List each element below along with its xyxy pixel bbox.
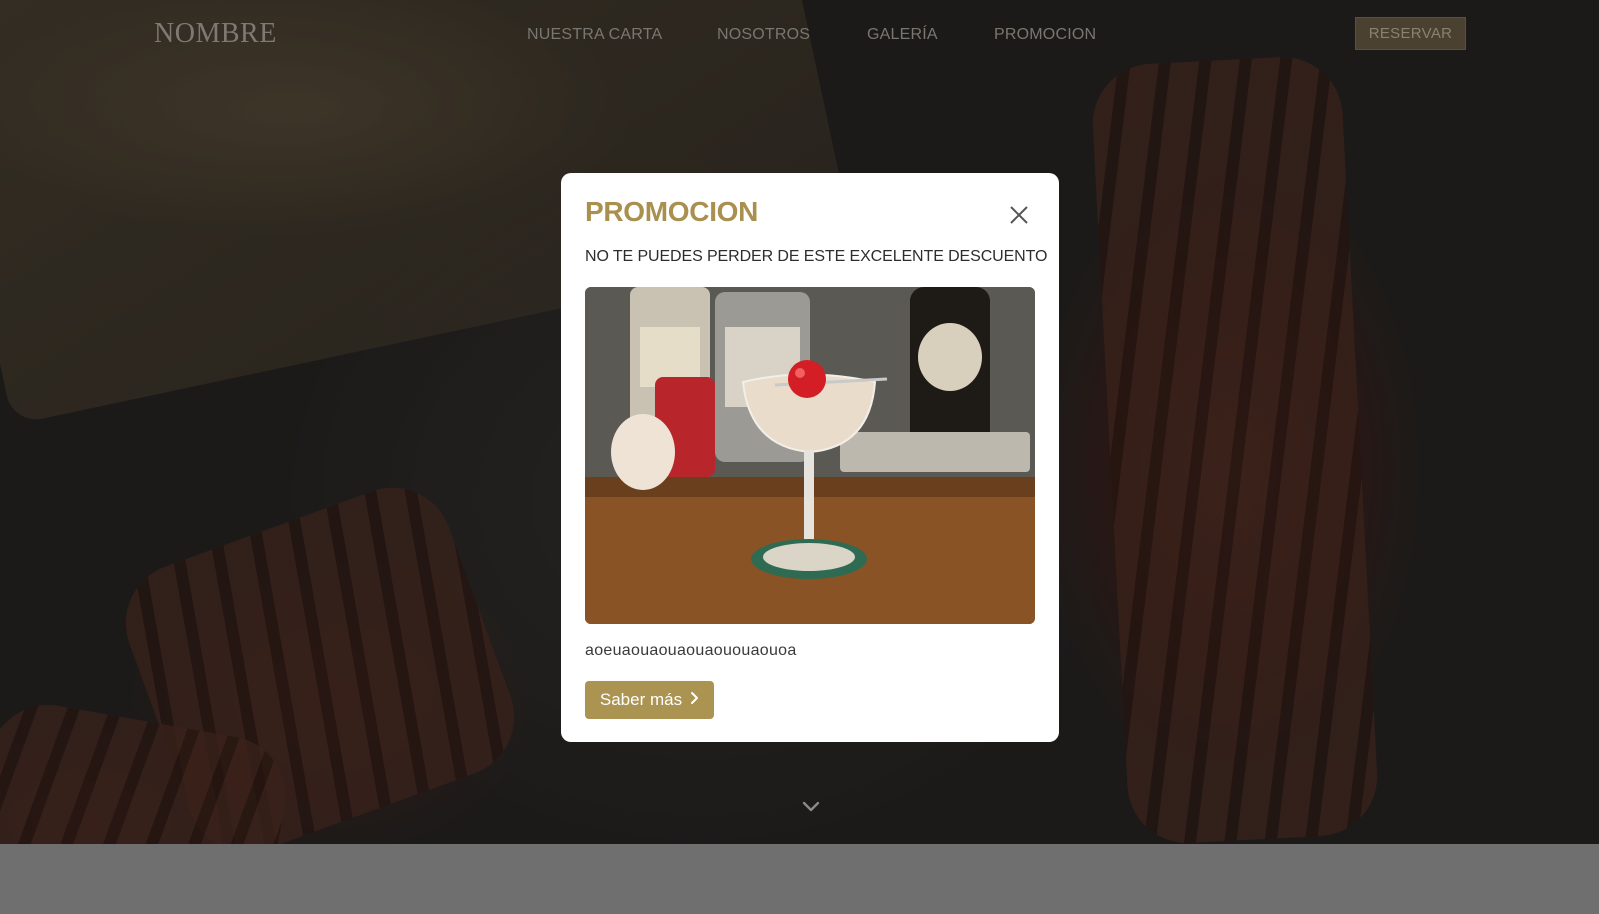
reserve-button[interactable]: RESERVAR	[1355, 17, 1466, 50]
steak-shape	[108, 470, 532, 844]
site-logo[interactable]: NOMBRE	[154, 18, 277, 50]
learn-more-label: Saber más	[599, 690, 683, 709]
chevron-down-icon[interactable]	[800, 797, 822, 817]
nav-link-nosotros[interactable]: NOSOTROS	[717, 26, 810, 44]
close-icon[interactable]	[1005, 201, 1033, 229]
promo-image	[585, 287, 1035, 624]
steak-shape	[1089, 53, 1381, 844]
nav-link-nuestra-carta[interactable]: NUESTRA CARTA	[527, 26, 662, 44]
nav-link-galeria[interactable]: GALERÍA	[867, 26, 938, 44]
modal-subtitle: NO TE PUEDES PERDER DE ESTE EXCELENTE DE…	[585, 248, 1048, 265]
top-navigation: NOMBRE NUESTRA CARTA NOSOTROS GALERÍA PR…	[0, 0, 1599, 70]
promotion-modal: PROMOCION NO TE PUEDES PERDER DE ESTE EX…	[561, 173, 1059, 742]
nav-link-promocion[interactable]: PROMOCION	[994, 26, 1096, 44]
modal-description: aoeuaouaouaouaououaouoa	[585, 642, 797, 659]
modal-title: PROMOCION	[585, 196, 759, 227]
learn-more-button[interactable]: Saber más	[585, 681, 714, 719]
chevron-right-icon	[690, 690, 699, 710]
next-section-band	[0, 844, 1599, 914]
steak-shape	[0, 695, 296, 844]
